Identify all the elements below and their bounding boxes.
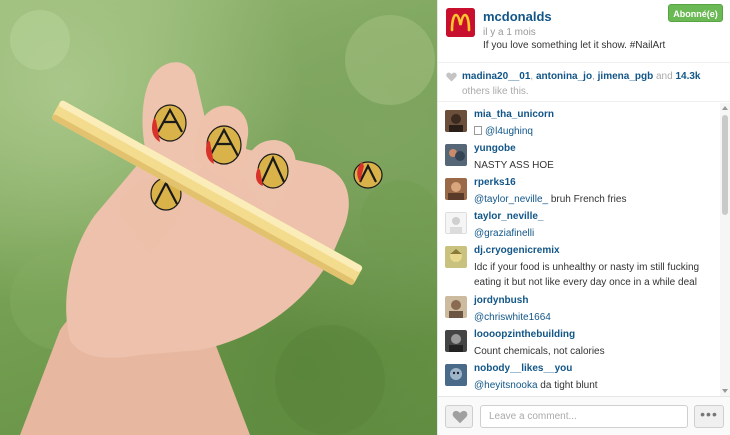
more-options-button[interactable]: •••: [694, 405, 724, 428]
post-username[interactable]: mcdonalds: [483, 9, 552, 24]
post-timestamp: il y a 1 mois: [483, 27, 536, 38]
comment-username[interactable]: rperks16: [474, 177, 516, 188]
comment-text: @heyitsnooka da tight blunt: [474, 380, 598, 391]
comment-text: @l4ughinq: [474, 124, 719, 139]
liker-link[interactable]: antonina_jo: [536, 71, 592, 82]
comment-text: @graziafinelli: [474, 226, 719, 241]
comment-input[interactable]: [480, 405, 688, 428]
comment-username[interactable]: dj.cryogenicremix: [474, 245, 560, 256]
mcdonalds-logo-icon[interactable]: [446, 8, 475, 37]
comment-username[interactable]: loooopzinthebuilding: [474, 329, 575, 340]
heart-icon: [452, 410, 468, 424]
likes-text: madina20__01, antonina_jo, jimena_pgb an…: [462, 71, 701, 97]
comment-username[interactable]: jordynbush: [474, 295, 528, 306]
comment-list[interactable]: mia_tha_unicorn @l4ughinq yungobe NASTY …: [438, 103, 720, 396]
post-header: mcdonalds il y a 1 mois If you love some…: [438, 0, 730, 62]
comment-text: @chriswhite1664: [474, 310, 719, 325]
likes-summary: madina20__01, antonina_jo, jimena_pgb an…: [438, 62, 730, 102]
comment-username[interactable]: nobody__likes__you: [474, 363, 572, 374]
avatar[interactable]: [445, 330, 467, 352]
comment-username[interactable]: taylor_neville_: [474, 211, 543, 222]
missing-glyph-icon: [474, 126, 482, 135]
likes-suffix: others like this.: [462, 86, 529, 97]
post-caption: If you love something let it show. #Nail…: [483, 40, 666, 51]
comment-item: nobody__likes__you @heyitsnooka da tight…: [445, 359, 717, 393]
comment-mention[interactable]: @l4ughinq: [485, 126, 533, 137]
comment-mention[interactable]: @graziafinelli: [474, 228, 534, 239]
avatar[interactable]: [445, 296, 467, 318]
comment-username[interactable]: yungobe: [474, 143, 516, 154]
comment-item: dj.cryogenicremix Idc if your food is un…: [445, 241, 717, 291]
comment-item: rperks16 @taylor_neville_ bruh French fr…: [445, 173, 717, 207]
likes-count[interactable]: 14.3k: [675, 71, 700, 82]
comment-text: Count chemicals, not calories: [474, 346, 605, 357]
avatar[interactable]: [445, 212, 467, 234]
heart-icon: [446, 72, 457, 82]
comment-text: NASTY ASS HOE: [474, 160, 554, 171]
comment-username[interactable]: mia_tha_unicorn: [474, 109, 554, 120]
avatar[interactable]: [445, 246, 467, 268]
liker-link[interactable]: madina20__01: [462, 71, 530, 82]
comment-mention[interactable]: @taylor_neville_: [474, 194, 548, 205]
comment-footer: •••: [438, 396, 730, 435]
comment-mention[interactable]: @chriswhite1664: [474, 312, 551, 323]
avatar[interactable]: [445, 144, 467, 166]
comment-scrollbar[interactable]: [720, 103, 730, 396]
comment-item: jordynbush @chriswhite1664: [445, 291, 717, 325]
comment-item: taylor_neville_ @graziafinelli: [445, 207, 717, 241]
liker-link[interactable]: jimena_pgb: [598, 71, 654, 82]
following-button[interactable]: Abonné(e): [668, 4, 723, 22]
comment-text: @taylor_neville_ bruh French fries: [474, 194, 627, 205]
comment-item: loooopzinthebuilding Count chemicals, no…: [445, 325, 717, 359]
avatar[interactable]: [445, 178, 467, 200]
avatar[interactable]: [445, 364, 467, 386]
avatar[interactable]: [445, 110, 467, 132]
scroll-up-icon[interactable]: [722, 106, 728, 110]
photo-hand-illustration: [10, 10, 437, 435]
scrollbar-thumb[interactable]: [722, 115, 728, 215]
comment-mention[interactable]: @heyitsnooka: [474, 380, 538, 391]
like-button[interactable]: [445, 405, 473, 428]
comment-text: Idc if your food is unhealthy or nasty i…: [474, 262, 700, 288]
comment-item: yungobe NASTY ASS HOE: [445, 139, 717, 173]
scroll-down-icon[interactable]: [722, 389, 728, 393]
comment-item: mia_tha_unicorn @l4ughinq: [445, 105, 717, 139]
post-photo: [0, 0, 437, 435]
post-detail-panel: mcdonalds il y a 1 mois If you love some…: [437, 0, 730, 435]
